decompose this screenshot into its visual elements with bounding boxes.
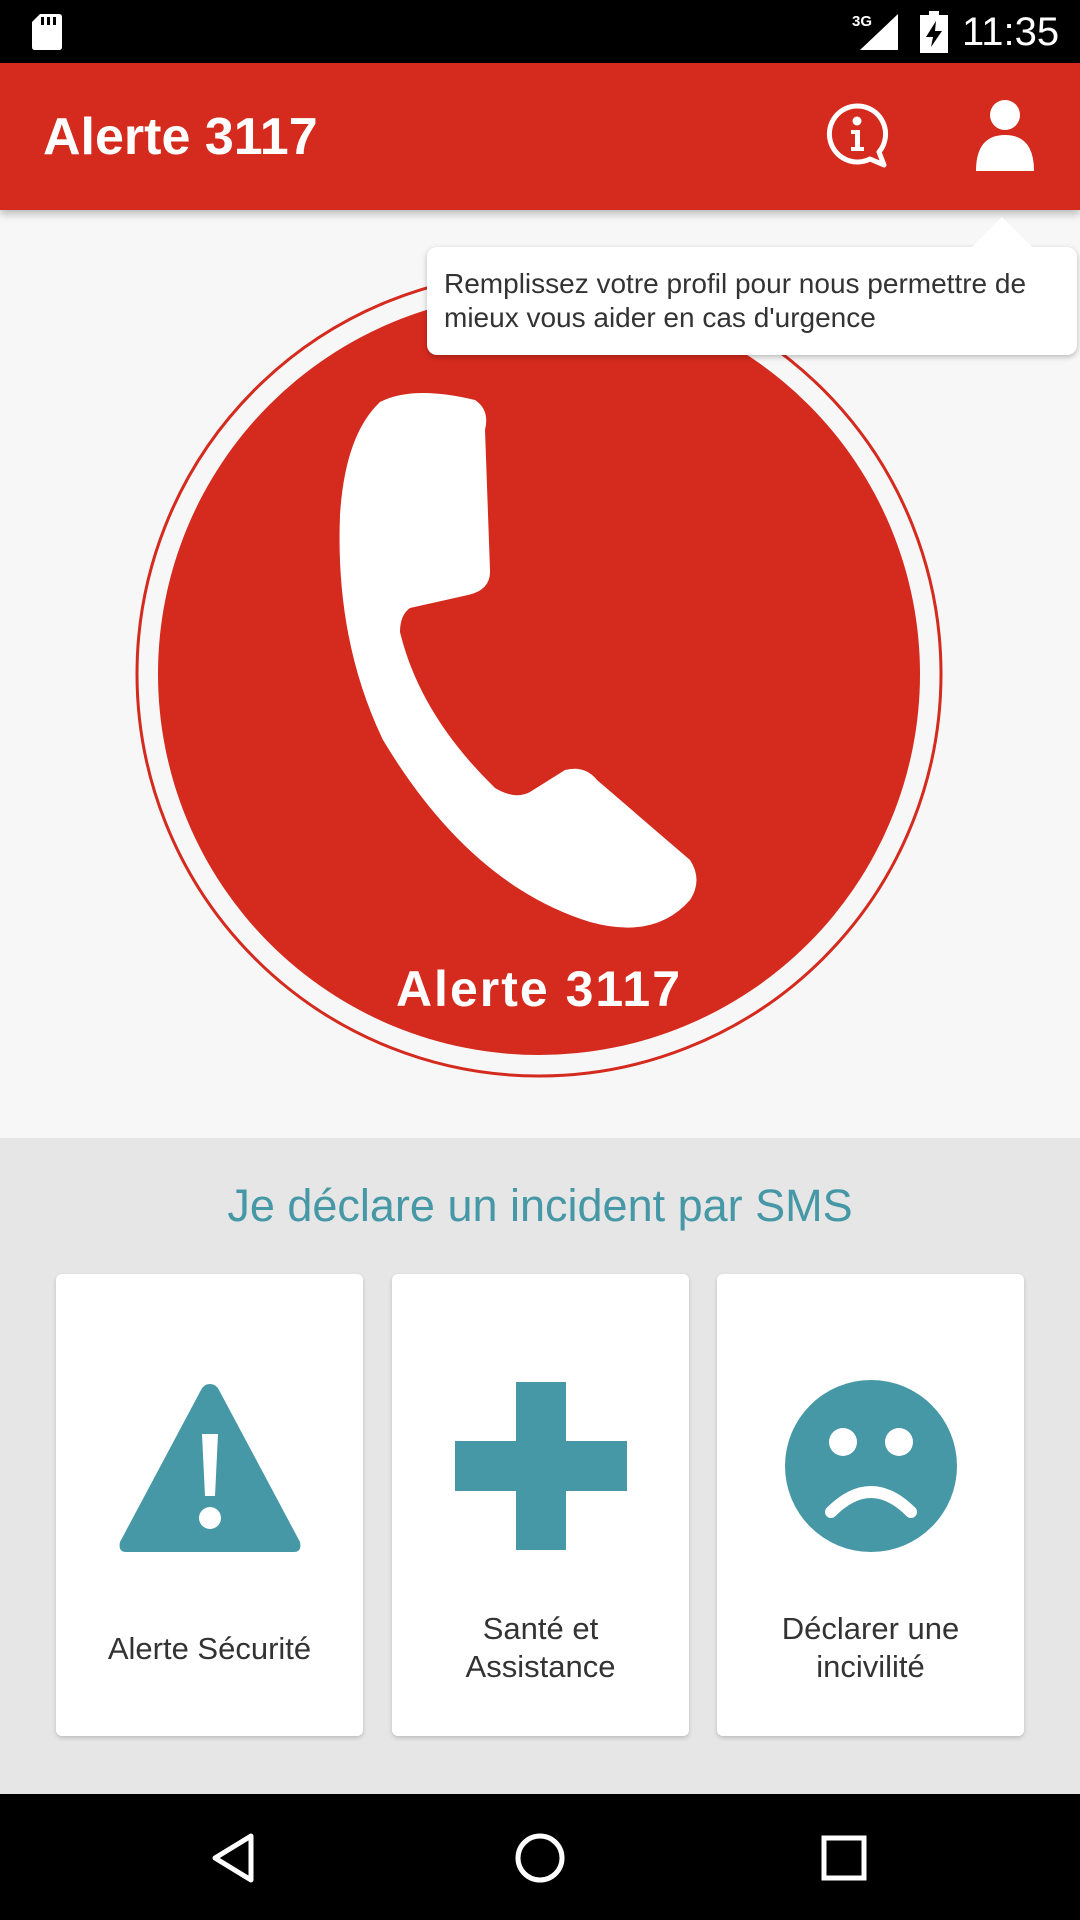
battery-charging-icon <box>920 11 948 53</box>
recents-icon[interactable] <box>814 1828 874 1888</box>
card-label: Déclarer une incivilité <box>717 1610 1024 1686</box>
card-label-line-1: Déclarer une <box>781 1611 960 1646</box>
call-button-label: Alerte 3117 <box>395 961 683 1017</box>
sd-card-icon <box>32 14 62 50</box>
card-label-line-2: incivilité <box>816 1649 925 1684</box>
back-icon[interactable] <box>205 1828 265 1888</box>
health-assistance-card[interactable]: Santé et Assistance <box>392 1274 689 1736</box>
home-icon[interactable] <box>510 1828 570 1888</box>
app-bar: Alerte 3117 <box>0 63 1080 210</box>
tooltip-text: Remplissez votre profil pour nous permet… <box>444 268 1027 333</box>
phone-icon <box>339 392 697 928</box>
sms-section: Je déclare un incident par SMS Alerte Sé… <box>0 1138 1080 1794</box>
signal-icon: 3G <box>852 13 898 50</box>
emergency-call-button[interactable]: Alerte 3117 <box>135 270 943 1078</box>
status-bar: 3G 11:35 <box>0 0 1080 63</box>
tooltip-arrow <box>970 217 1034 249</box>
navigation-bar <box>0 1794 1080 1920</box>
profile-tooltip[interactable]: Remplissez votre profil pour nous permet… <box>427 247 1077 355</box>
warning-triangle-icon <box>119 1384 300 1552</box>
sms-section-title: Je déclare un incident par SMS <box>227 1180 853 1231</box>
status-time: 11:35 <box>962 10 1060 54</box>
medical-cross-icon <box>454 1382 627 1550</box>
person-icon[interactable] <box>974 99 1036 173</box>
app-title: Alerte 3117 <box>43 108 318 166</box>
security-alert-card[interactable]: Alerte Sécurité <box>56 1274 363 1736</box>
sad-face-icon <box>784 1380 957 1552</box>
info-bubble-icon[interactable] <box>822 101 892 171</box>
incivility-card[interactable]: Déclarer une incivilité <box>717 1274 1024 1736</box>
card-label: Alerte Sécurité <box>107 1631 312 1666</box>
card-label: Santé et Assistance <box>392 1610 689 1686</box>
svg-text:3G: 3G <box>852 13 872 30</box>
card-label-line-1: Santé et <box>482 1611 599 1646</box>
card-label-line-2: Assistance <box>465 1649 616 1684</box>
